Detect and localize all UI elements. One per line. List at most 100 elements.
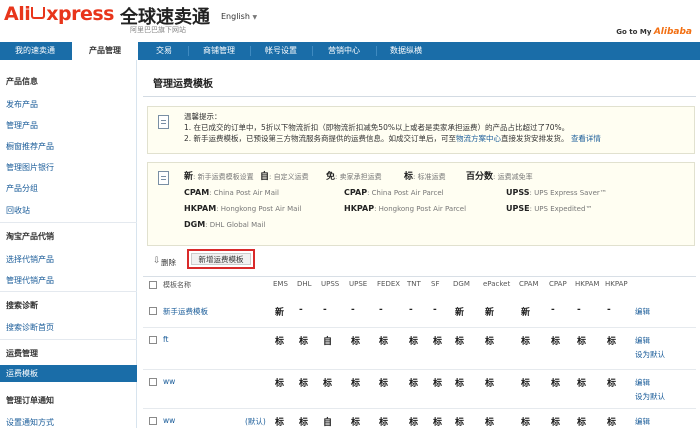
freight-cell: 标 [551,337,561,347]
edit-link[interactable]: 编辑 [635,416,650,427]
freight-cell: 标 [409,418,419,428]
freight-cell: 标 [351,379,361,389]
legend-hkpam: HKPAM: Hongkong Post Air Mail [184,204,302,213]
freight-cell: 自 [323,418,333,428]
sidebar-divider [0,222,137,223]
set-default-link[interactable]: 设为默认 [635,349,665,360]
delete-button[interactable]: 删除 [161,257,176,268]
sidebar-item-showcase-products[interactable]: 橱窗推荐产品 [6,141,54,152]
freight-cell: 标 [351,418,361,428]
delete-icon[interactable]: ⇩ [153,256,161,266]
freight-cell: 标 [323,379,333,389]
legend-percentage: 百分数: 运费减免率 [466,172,533,182]
logistics-center-link[interactable]: 物流方案中心 [456,134,501,143]
tab-account-settings[interactable]: 帐号设置 [251,42,311,60]
freight-cell: 标 [433,379,443,389]
template-name-link[interactable]: 新手运费模板 [163,306,208,317]
row-checkbox[interactable] [149,307,157,315]
freight-cell: 自 [323,337,333,347]
freight-cell: - [323,305,327,315]
freight-cell: 标 [379,418,389,428]
tab-my-aliexpress[interactable]: 我的速卖通 [0,42,70,60]
tab-marketing-center[interactable]: 营销中心 [313,42,375,60]
view-details-link[interactable]: 查看详情 [571,134,601,143]
legend-free: 免: 卖家承担运费 [326,172,382,182]
select-all-checkbox[interactable] [149,281,157,289]
sidebar-item-recycle-bin[interactable]: 回收站 [6,205,30,216]
goto-alibaba-link[interactable]: Go to My Alibaba [616,27,692,37]
freight-cell: - [551,305,555,315]
freight-cell: 标 [607,418,617,428]
column-header: CPAM [519,280,539,288]
sidebar-item-image-bank[interactable]: 管理图片银行 [6,162,54,173]
tab-data-insights[interactable]: 数据纵横 [377,42,435,60]
freight-cell: 新 [485,308,495,318]
column-header-template-name: 模板名称 [163,281,191,289]
sidebar-item-manage-products[interactable]: 管理产品 [6,120,38,131]
sidebar-item-notify-settings[interactable]: 设置通知方式 [6,417,54,428]
freight-cell: 新 [275,308,285,318]
tab-product-management[interactable]: 产品管理 [72,42,138,60]
freight-cell: - [607,305,611,315]
sidebar-section-order-notify: 管理订单通知 [6,396,54,405]
column-header: CPAP [549,280,567,288]
row-checkbox[interactable] [149,417,157,425]
freight-cell: 标 [409,337,419,347]
template-name-link[interactable]: ww [163,416,175,425]
sidebar-item-publish-product[interactable]: 发布产品 [6,99,38,110]
main-content: 管理运费模板 温馨提示： 1. 在已成交的订单中，5折以下物流折扣（即物流折扣减… [137,60,700,428]
edit-link[interactable]: 编辑 [635,377,650,388]
sidebar-item-select-consign[interactable]: 选择代销产品 [6,254,54,265]
freight-cell: 标 [379,379,389,389]
legend-standard: 标: 标准运费 [404,172,446,182]
freight-cell: 标 [521,379,531,389]
freight-cell: 标 [409,379,419,389]
column-header: ePacket [483,280,511,288]
tab-store-management[interactable]: 商铺管理 [189,42,249,60]
header: Ali xpress 全球速卖通 阿里巴巴旗下网站 English ▼ Go to… [0,0,700,42]
notice-line-2-text: 2. 新手运费模板，已预设第三方物流服务商提供的运费信息。如成交订单后，可至 [184,134,457,143]
edit-link[interactable]: 编辑 [635,306,650,317]
new-template-button[interactable]: 新增运费模板 [187,249,255,269]
language-selector[interactable]: English ▼ [221,12,257,21]
freight-cell: - [379,305,383,315]
sidebar-item-product-groups[interactable]: 产品分组 [6,183,38,194]
freight-cell: 标 [577,418,587,428]
freight-cell: 标 [299,379,309,389]
legend-cpap: CPAP: China Post Air Parcel [344,188,444,197]
column-header: SF [431,280,440,288]
freight-cell: 标 [275,418,285,428]
main-nav: 我的速卖通 产品管理 交易 商铺管理 帐号设置 营销中心 数据纵横 [0,42,700,60]
tab-trade[interactable]: 交易 [140,42,188,60]
template-name-link[interactable]: ww [163,377,175,386]
freight-cell: 标 [485,418,495,428]
freight-cell: 标 [351,337,361,347]
sidebar-item-manage-consign[interactable]: 管理代销产品 [6,275,54,286]
freight-cell: 标 [455,337,465,347]
notice-line-2: 2. 新手运费模板，已预设第三方物流服务商提供的运费信息。如成交订单后，可至物流… [184,133,601,144]
freight-cell: 新 [455,308,465,318]
row-checkbox[interactable] [149,378,157,386]
edit-link[interactable]: 编辑 [635,335,650,346]
template-name-link[interactable]: ft [163,335,168,344]
notice-line-1: 1. 在已成交的订单中，5折以下物流折扣（即物流折扣减免50%以上或者是卖家承担… [184,123,570,132]
freight-cell: 标 [607,337,617,347]
sidebar-item-search-diagnosis-home[interactable]: 搜索诊断首页 [6,322,54,333]
sidebar-item-freight-templates[interactable]: 运费模板 [0,365,137,382]
freight-cell: - [433,305,437,315]
legend-hkpap: HKPAP: Hongkong Post Air Parcel [344,204,467,213]
sidebar: 产品信息 发布产品 管理产品 橱窗推荐产品 管理图片银行 产品分组 回收站 淘宝… [0,60,137,428]
freight-cell: 标 [521,418,531,428]
column-header: UPSS [321,280,340,288]
aliexpress-logo[interactable]: Ali xpress [4,3,114,25]
legend-box: 新: 新手运费模板设置 自: 自定义运费 免: 卖家承担运费 标: 标准运费 百… [147,162,695,246]
legend-dgm: DGM: DHL Global Mail [184,220,266,229]
freight-cell: 标 [275,379,285,389]
freight-cell: 标 [299,337,309,347]
freight-cell: - [577,305,581,315]
freight-cell: 标 [551,418,561,428]
cart-icon [31,7,46,19]
row-checkbox[interactable] [149,336,157,344]
set-default-link[interactable]: 设为默认 [635,391,665,402]
freight-cell: 标 [577,337,587,347]
